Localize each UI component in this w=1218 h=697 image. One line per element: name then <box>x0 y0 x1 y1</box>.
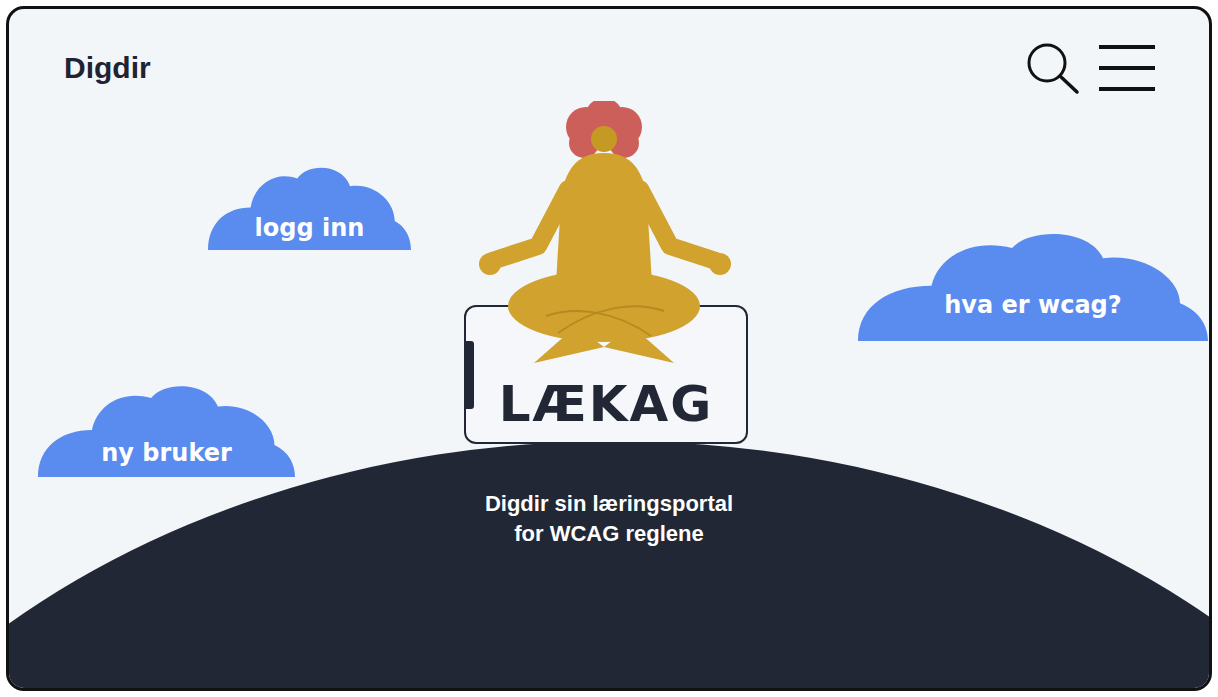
top-bar: Digdir <box>9 9 1209 95</box>
cloud-button[interactable]: logg inn <box>208 163 411 250</box>
meditating-figure-icon <box>476 101 736 364</box>
tagline-line: Digdir sin læringsportal <box>485 489 733 519</box>
tagline-line: for WCAG reglene <box>514 519 703 549</box>
cloud-icon <box>858 228 1208 341</box>
hill <box>6 441 1212 691</box>
cloud-button[interactable]: hva er wcag? <box>858 228 1208 341</box>
cloud-label: hva er wcag? <box>944 289 1121 321</box>
cloud-label: logg inn <box>255 212 365 244</box>
search-icon[interactable] <box>1025 41 1081 95</box>
logo-text: LÆKAG <box>499 376 714 432</box>
header-actions <box>1025 41 1157 95</box>
cloud-button[interactable]: ny bruker <box>38 381 295 477</box>
page-frame: Digdir logg inn ny bruker hva er wcag? LÆK… <box>6 6 1212 691</box>
brand[interactable]: Digdir <box>64 46 151 90</box>
cloud-label: ny bruker <box>101 437 232 469</box>
logo-notch <box>464 341 474 409</box>
tagline: Digdir sin læringsportalfor WCAG reglene <box>9 489 1209 549</box>
menu-icon[interactable] <box>1099 42 1157 94</box>
